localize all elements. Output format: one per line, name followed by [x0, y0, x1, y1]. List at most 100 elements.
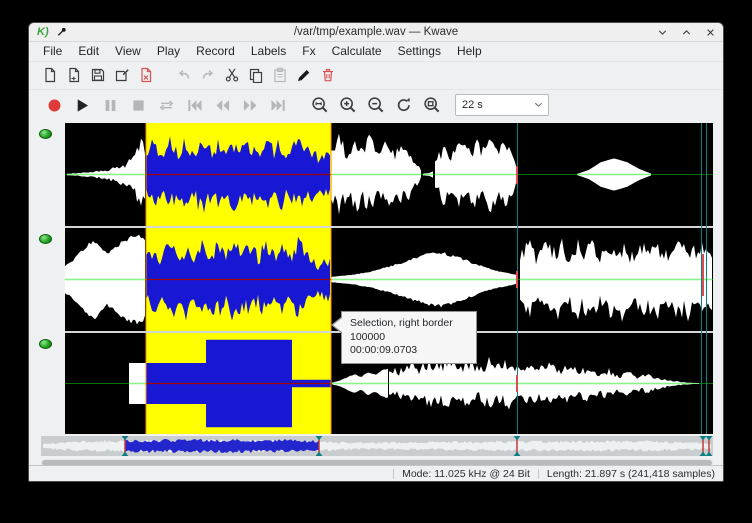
skip-first-button[interactable]: [181, 92, 207, 118]
status-length: Length: 21.897 s (241,418 samples): [547, 468, 715, 480]
record-button[interactable]: [41, 92, 67, 118]
paste-button[interactable]: [269, 64, 291, 86]
selection-left-border[interactable]: [146, 123, 147, 226]
menu-view[interactable]: View: [107, 42, 149, 60]
zoom-sel-icon: [311, 96, 329, 114]
tooltip-line-1: Selection, right border: [350, 317, 468, 331]
status-mode: Mode: 11.025 kHz @ 24 Bit: [402, 468, 530, 480]
doc-open-icon: [66, 67, 82, 83]
selection-right-border[interactable]: [331, 228, 332, 331]
loop-button[interactable]: [153, 92, 179, 118]
file-save-button[interactable]: [87, 64, 109, 86]
menu-play[interactable]: Play: [149, 42, 188, 60]
selection-tooltip: Selection, right border 100000 00:00:09.…: [341, 311, 477, 364]
signal-view[interactable]: [65, 123, 713, 434]
zero-line-selected: [146, 174, 331, 175]
menu-record[interactable]: Record: [188, 42, 243, 60]
file-new-button[interactable]: [39, 64, 61, 86]
selection-right-border[interactable]: [331, 123, 332, 226]
menu-settings[interactable]: Settings: [390, 42, 449, 60]
file-close-button[interactable]: [135, 64, 157, 86]
zoom-revert-button[interactable]: [391, 92, 417, 118]
save-as-icon: [114, 67, 130, 83]
eraser-button[interactable]: [293, 64, 315, 86]
eraser-icon: [296, 67, 312, 83]
redo-button[interactable]: [197, 64, 219, 86]
selection-right-border[interactable]: [331, 333, 332, 434]
label-line[interactable]: [706, 123, 707, 434]
zoom-all-icon: [423, 96, 441, 114]
file-toolbar: [29, 61, 723, 90]
doc-close-icon: [138, 67, 154, 83]
menu-calculate[interactable]: Calculate: [324, 42, 390, 60]
track-3-led-button[interactable]: [39, 339, 52, 349]
loop-icon: [158, 97, 175, 114]
undo-button[interactable]: [173, 64, 195, 86]
playback-cursor-mark: [516, 271, 518, 288]
track-2-led-button[interactable]: [39, 234, 52, 244]
play-icon: [74, 97, 91, 114]
window-controls: [655, 23, 717, 41]
record-icon: [46, 97, 63, 114]
close-icon[interactable]: [703, 25, 717, 39]
playback-toolbar: 22 s: [29, 89, 723, 121]
pause-icon: [102, 97, 119, 114]
pause-button[interactable]: [97, 92, 123, 118]
zoom-selection-button[interactable]: [307, 92, 333, 118]
track-1-led-button[interactable]: [39, 129, 52, 139]
stop-button[interactable]: [125, 92, 151, 118]
file-save-as-button[interactable]: [111, 64, 133, 86]
menu-edit[interactable]: Edit: [70, 42, 107, 60]
status-bar: Mode: 11.025 kHz @ 24 Bit Length: 21.897…: [29, 465, 723, 481]
stop-icon: [130, 97, 147, 114]
selection-left-border[interactable]: [146, 333, 147, 434]
track-canvas-1[interactable]: [65, 123, 713, 226]
window-title: /var/tmp/example.wav — Kwave: [29, 26, 723, 38]
menu-fx[interactable]: Fx: [294, 42, 323, 60]
copy-icon: [248, 67, 264, 83]
cut-button[interactable]: [221, 64, 243, 86]
main-area: Selection, right border 100000 00:00:09.…: [29, 121, 723, 467]
selection-left-border[interactable]: [146, 228, 147, 331]
overview-strip[interactable]: [41, 436, 713, 456]
skip-last-button[interactable]: [265, 92, 291, 118]
waveform-selected: [146, 237, 330, 321]
menu-file[interactable]: File: [35, 42, 70, 60]
next-icon: [270, 97, 287, 114]
rewind-icon: [214, 97, 231, 114]
menu-bar: FileEditViewPlayRecordLabelsFxCalculateS…: [29, 41, 723, 62]
overview-canvas[interactable]: [41, 436, 713, 456]
playback-cursor-mark: [516, 166, 518, 184]
paste-icon: [272, 67, 288, 83]
zoom-in-button[interactable]: [335, 92, 361, 118]
chevron-down-icon: [532, 98, 545, 111]
kwave-window: K) /var/tmp/example.wav — Kwave FileEdit…: [28, 22, 724, 482]
title-bar: K) /var/tmp/example.wav — Kwave: [29, 23, 723, 42]
zoom-out-icon: [367, 96, 385, 114]
zoom-level-combobox[interactable]: 22 s: [455, 94, 549, 116]
prev-icon: [186, 97, 203, 114]
zoom-all-button[interactable]: [419, 92, 445, 118]
redo-icon: [200, 67, 216, 83]
save-icon: [90, 67, 106, 83]
delete-button[interactable]: [317, 64, 339, 86]
playback-cursor-mark: [702, 254, 704, 296]
zoom-out-button[interactable]: [363, 92, 389, 118]
forward-icon: [242, 97, 259, 114]
file-open-button[interactable]: [63, 64, 85, 86]
zero-line-selected: [146, 383, 331, 384]
forward-button[interactable]: [237, 92, 263, 118]
copy-button[interactable]: [245, 64, 267, 86]
play-button[interactable]: [69, 92, 95, 118]
maximize-icon[interactable]: [679, 25, 693, 39]
minimize-icon[interactable]: [655, 25, 669, 39]
zoom-revert-icon: [395, 96, 413, 114]
tooltip-line-3: 00:00:09.0703: [350, 344, 468, 358]
zero-line-selected: [146, 279, 331, 280]
playback-cursor-mark: [516, 375, 518, 392]
menu-labels[interactable]: Labels: [243, 42, 294, 60]
zoom-level-value: 22 s: [462, 99, 483, 111]
doc-new-icon: [42, 67, 58, 83]
rewind-button[interactable]: [209, 92, 235, 118]
menu-help[interactable]: Help: [449, 42, 490, 60]
